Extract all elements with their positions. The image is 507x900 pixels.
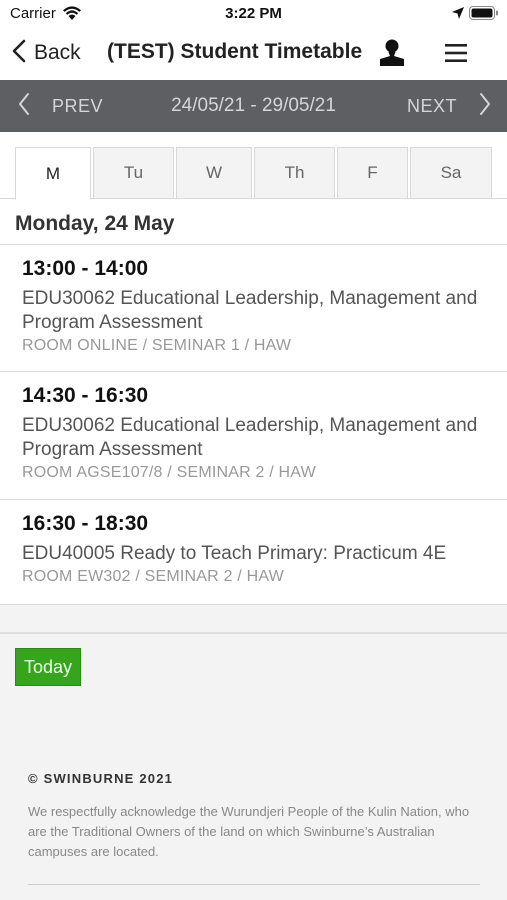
class-item[interactable]: 16:30 - 18:30 EDU40005 Ready to Teach Pr… xyxy=(0,500,507,605)
hamburger-menu-icon[interactable] xyxy=(444,42,468,64)
tab-friday[interactable]: F xyxy=(337,147,408,199)
class-time: 13:00 - 14:00 xyxy=(22,257,149,280)
class-room: ROOM AGSE107/8 / SEMINAR 2 / HAW xyxy=(22,464,316,481)
class-subject: EDU30062 Educational Leadership, Managem… xyxy=(22,288,478,333)
user-icon[interactable] xyxy=(378,38,406,68)
tab-saturday[interactable]: Sa xyxy=(410,147,492,199)
status-bar: Carrier 3:22 PM xyxy=(0,0,507,28)
footer-divider xyxy=(28,884,480,885)
class-time: 14:30 - 16:30 xyxy=(22,384,149,407)
tab-tuesday[interactable]: Tu xyxy=(93,147,174,199)
navigation-bar: Back (TEST) Student Timetable xyxy=(0,28,507,80)
battery-icon xyxy=(469,6,499,26)
chevron-right-icon xyxy=(479,92,491,121)
class-item[interactable]: 13:00 - 14:00 EDU30062 Educational Leade… xyxy=(0,245,507,372)
class-item[interactable]: 14:30 - 16:30 EDU30062 Educational Leade… xyxy=(0,372,507,500)
status-time: 3:22 PM xyxy=(225,5,282,22)
chevron-left-icon xyxy=(12,39,26,68)
footer-acknowledgement: We respectfully acknowledge the Wurundje… xyxy=(28,804,470,859)
day-tabs-area: M Tu W Th F Sa xyxy=(0,132,507,200)
back-button[interactable]: Back xyxy=(12,38,81,68)
class-room: ROOM EW302 / SEMINAR 2 / HAW xyxy=(22,568,284,585)
week-navigation-bar: PREV 24/05/21 - 29/05/21 NEXT xyxy=(0,80,507,132)
next-week-button[interactable]: NEXT xyxy=(407,80,491,132)
class-list: 13:00 - 14:00 EDU30062 Educational Leade… xyxy=(0,245,507,605)
next-label: NEXT xyxy=(406,95,457,116)
class-room: ROOM ONLINE / SEMINAR 1 / HAW xyxy=(22,337,292,354)
day-heading-bar: Monday, 24 May xyxy=(0,200,507,245)
today-button[interactable]: Today xyxy=(15,648,81,686)
class-subject: EDU40005 Ready to Teach Primary: Practic… xyxy=(22,543,447,564)
class-subject: EDU30062 Educational Leadership, Managem… xyxy=(22,415,478,460)
tab-monday[interactable]: M xyxy=(15,147,91,200)
page-title: (TEST) Student Timetable xyxy=(107,40,363,63)
day-tabs: M Tu W Th F Sa xyxy=(15,147,494,200)
section-divider xyxy=(0,632,507,634)
back-label: Back xyxy=(34,41,81,64)
tab-wednesday[interactable]: W xyxy=(176,147,252,199)
day-heading: Monday, 24 May xyxy=(15,212,175,235)
footer-copyright: © SWINBURNE 2021 xyxy=(28,771,174,786)
tab-thursday[interactable]: Th xyxy=(254,147,335,199)
class-time: 16:30 - 18:30 xyxy=(22,512,149,535)
location-arrow-icon xyxy=(451,6,465,25)
